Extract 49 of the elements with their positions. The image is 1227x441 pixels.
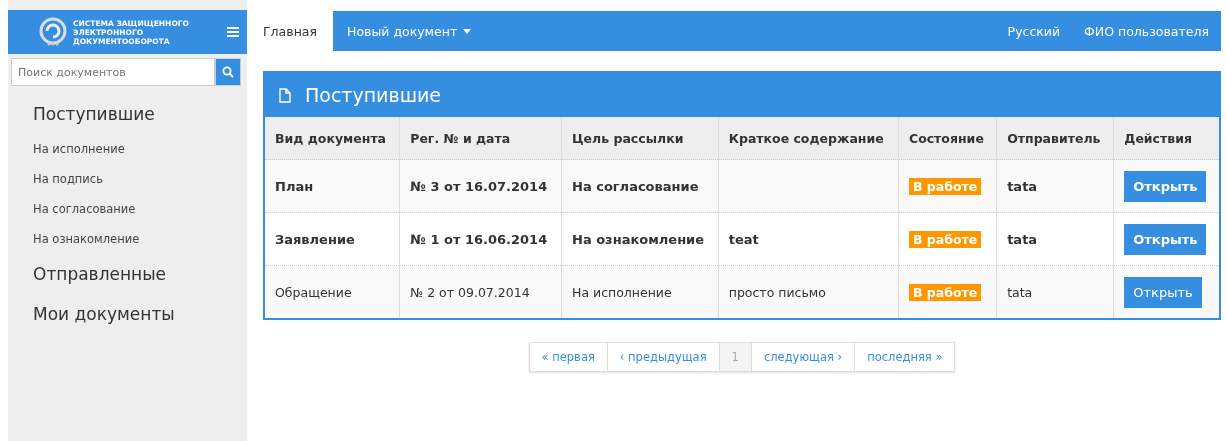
table-cell: На исполнение	[561, 265, 719, 318]
table-cell: На ознакомление	[561, 212, 719, 266]
search-icon	[222, 66, 234, 78]
nav-link[interactable]: Русский	[1007, 23, 1061, 39]
column-header: Краткое содержание	[718, 117, 899, 160]
table-cell: просто письмо	[718, 265, 899, 318]
page-link[interactable]: ‹ предыдущая	[607, 343, 720, 371]
status-badge: В работе	[908, 230, 982, 248]
sidebar-item[interactable]: На согласование	[33, 194, 247, 224]
search-field[interactable]: Поиск документов	[11, 58, 215, 86]
column-header: Отправитель	[996, 117, 1114, 160]
document-icon	[279, 87, 291, 103]
table-cell: На согласование	[561, 159, 719, 213]
menu-icon[interactable]	[227, 27, 239, 37]
column-header: Вид документа	[265, 117, 400, 160]
search-button[interactable]	[215, 58, 241, 86]
panel-title: Поступившие	[305, 84, 442, 106]
status-badge: В работе	[908, 283, 982, 301]
page-link[interactable]: следующая ›	[751, 343, 856, 371]
open-button[interactable]: Открыть	[1124, 223, 1207, 255]
page-link[interactable]: последняя »	[855, 343, 955, 371]
table-cell: tata	[996, 265, 1114, 318]
table-cell: № 2 от 09.07.2014	[399, 265, 562, 318]
sidebar-item[interactable]: На ознакомление	[33, 224, 247, 254]
page-link[interactable]: 1	[719, 343, 752, 371]
page-link[interactable]: « первая	[529, 343, 608, 371]
sidebar-item[interactable]: Отправленные	[33, 254, 247, 294]
sidebar-item[interactable]: На исполнение	[33, 134, 247, 164]
status-badge: В работе	[908, 177, 982, 195]
table-cell: tata	[996, 212, 1114, 266]
table-cell: Обращение	[265, 265, 400, 318]
table-cell: Заявление	[265, 212, 400, 266]
table-cell: teat	[718, 212, 899, 266]
sidebar-item[interactable]: Поступившие	[33, 100, 247, 134]
logo-icon	[38, 17, 68, 47]
column-header: Цель рассылки	[561, 117, 719, 160]
nav-tab[interactable]: Новый документ	[333, 11, 486, 51]
table-cell: № 3 от 16.07.2014	[399, 159, 562, 213]
table-cell: tata	[996, 159, 1114, 213]
nav-link[interactable]: ФИО пользователя	[1084, 23, 1209, 39]
table-cell: № 1 от 16.06.2014	[399, 212, 562, 266]
open-button[interactable]: Открыть	[1124, 170, 1207, 202]
sidebar-item[interactable]: Мои документы	[33, 294, 247, 334]
sidebar-item[interactable]: На подпись	[33, 164, 247, 194]
column-header: Действия	[1113, 117, 1219, 160]
column-header: Состояние	[898, 117, 997, 160]
column-header: Рег. № и дата	[399, 117, 562, 160]
table-cell: План	[265, 159, 400, 213]
open-button[interactable]: Открыть	[1124, 276, 1202, 308]
